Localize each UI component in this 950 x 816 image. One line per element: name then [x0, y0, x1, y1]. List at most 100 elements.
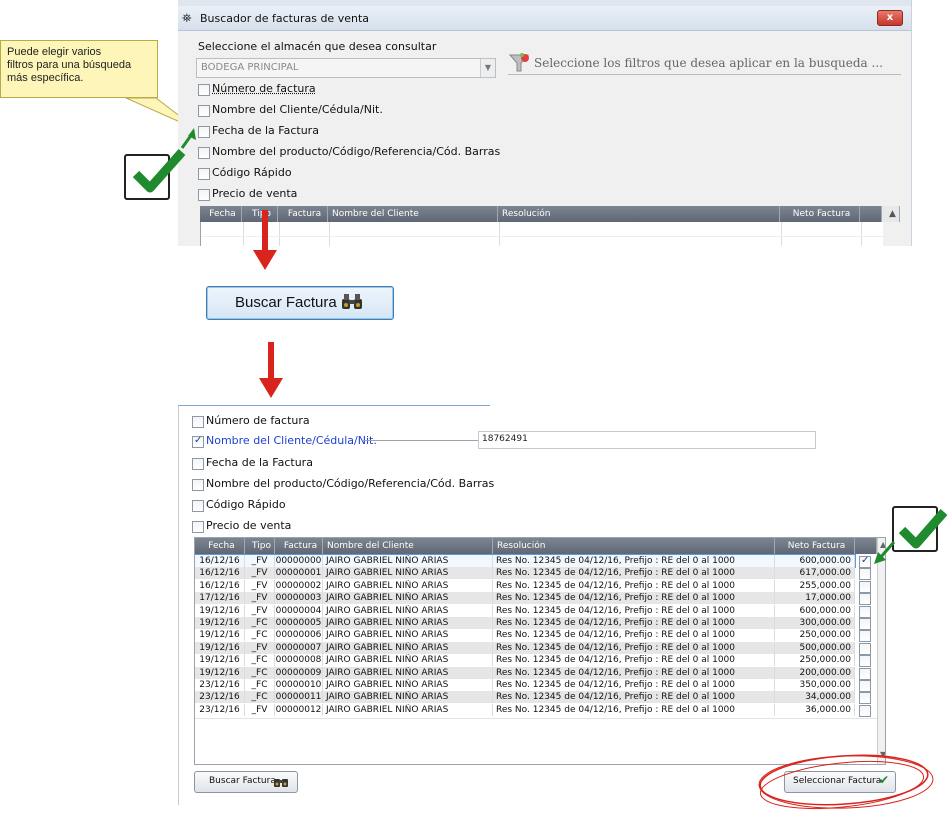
row-checkbox[interactable]: [859, 593, 871, 606]
panel-left-border: [178, 405, 179, 805]
invoice-search-window: ⛯ Buscador de facturas de venta x Selecc…: [178, 0, 912, 246]
column-header[interactable]: Neto Factura: [775, 538, 855, 554]
row-checkbox[interactable]: [859, 630, 871, 643]
column-header[interactable]: Fecha: [200, 206, 242, 222]
row-net-amount: 250,000.00: [775, 629, 855, 642]
search-invoice-button[interactable]: Buscar Factura: [206, 286, 394, 320]
table-row[interactable]: 23/12/16 _FV 00000012 JAIRO GABRIEL NIÑO AR…: [195, 703, 871, 717]
table-row[interactable]: 19/12/16 _FC 00000008 JAIRO GABRIEL NIÑO AR…: [195, 654, 871, 668]
row-type: _FC: [245, 691, 275, 704]
column-header[interactable]: Factura: [278, 206, 328, 222]
warehouse-value: BODEGA PRINCIPAL: [201, 62, 299, 73]
filter-label: Fecha de la Factura: [212, 124, 319, 137]
filter-checkbox[interactable]: [198, 105, 210, 117]
row-checkbox[interactable]: [859, 605, 871, 618]
row-resolution: Res No. 12345 de 04/12/16, Prefijo : RE …: [493, 666, 775, 679]
table-row[interactable]: 19/12/16 _FV 00000004 JAIRO GABRIEL NIÑO AR…: [195, 604, 871, 618]
warehouse-prompt: Seleccione el almacén que desea consulta…: [198, 40, 437, 53]
filter-checkbox[interactable]: [192, 479, 204, 491]
row-invoice-number: 00000000: [275, 555, 323, 567]
down-arrow-icon: [259, 342, 283, 398]
filter-label: Fecha de la Factura: [206, 456, 313, 469]
table-row[interactable]: 17/12/16 _FV 00000003 JAIRO GABRIEL NIÑO AR…: [195, 592, 871, 606]
row-invoice-number: 00000008: [275, 654, 323, 667]
row-invoice-number: 00000003: [275, 592, 323, 605]
column-header[interactable]: Nombre del Cliente: [323, 538, 493, 554]
row-invoice-number: 00000002: [275, 579, 323, 592]
binoculars-icon: [274, 779, 288, 787]
table-row[interactable]: 19/12/16 _FC 00000006 JAIRO GABRIEL NIÑO AR…: [195, 629, 871, 643]
title-bar: ⛯ Buscador de facturas de venta x: [178, 6, 911, 31]
table-row[interactable]: 19/12/16 _FV 00000007 JAIRO GABRIEL NIÑO AR…: [195, 641, 871, 655]
filter-checkbox[interactable]: [198, 189, 210, 201]
filter-checkbox[interactable]: [192, 500, 204, 512]
filter-checkbox[interactable]: [192, 416, 204, 428]
row-checkbox[interactable]: [859, 680, 871, 692]
filter-checkbox[interactable]: [198, 84, 210, 96]
row-date: 17/12/16: [195, 592, 245, 605]
row-checkbox[interactable]: [859, 655, 871, 668]
row-checkbox[interactable]: [859, 667, 871, 680]
column-header[interactable]: Neto Factura: [780, 206, 860, 222]
row-resolution: Res No. 12345 de 04/12/16, Prefijo : RE …: [493, 567, 775, 580]
filter-checkbox-checked[interactable]: [192, 435, 204, 448]
row-type: _FC: [245, 679, 275, 691]
table-row[interactable]: 23/12/16 _FC 00000010 JAIRO GABRIEL NIÑO AR…: [195, 679, 871, 692]
row-checkbox[interactable]: [859, 642, 871, 655]
scroll-up-icon[interactable]: ▲: [882, 206, 900, 222]
row-client-name: JAIRO GABRIEL NIÑO ARIAS: [323, 629, 493, 642]
table-row[interactable]: 19/12/16 _FC 00000009 JAIRO GABRIEL NIÑO AR…: [195, 666, 871, 680]
row-resolution: Res No. 12345 de 04/12/16, Prefijo : RE …: [493, 555, 775, 567]
row-net-amount: 34,000.00: [775, 691, 855, 704]
filter-hint: Seleccione los filtros que desea aplicar…: [508, 52, 901, 75]
column-header-blank: [860, 206, 882, 222]
column-header[interactable]: Resolución: [493, 538, 775, 554]
grid-body-empty: [200, 222, 883, 246]
row-checkbox[interactable]: [859, 704, 871, 717]
filter-label: Nombre del Cliente/Cédula/Nit.: [206, 434, 377, 447]
vertical-scrollbar[interactable]: ▲ ▼: [877, 538, 885, 764]
row-checkbox-checked[interactable]: [859, 555, 871, 568]
row-checkbox[interactable]: [859, 568, 871, 581]
grid-header: Fecha Tipo Factura Nombre del Cliente Re…: [200, 206, 900, 222]
row-invoice-number: 00000006: [275, 629, 323, 642]
bottom-search-button[interactable]: Buscar Factura: [194, 771, 298, 793]
row-client-name: JAIRO GABRIEL NIÑO ARIAS: [323, 666, 493, 679]
table-row[interactable]: 16/12/16 _FV 00000000 JAIRO GABRIEL NIÑO AR…: [195, 554, 871, 568]
filter-checkbox[interactable]: [198, 147, 210, 159]
column-header[interactable]: Tipo: [245, 538, 275, 554]
row-date: 16/12/16: [195, 567, 245, 580]
row-checkbox[interactable]: [859, 692, 871, 705]
row-invoice-number: 00000010: [275, 679, 323, 691]
chevron-down-icon[interactable]: ▼: [480, 59, 495, 77]
filter-checkbox[interactable]: [192, 521, 204, 533]
row-net-amount: 17,000.00: [775, 592, 855, 605]
row-client-name: JAIRO GABRIEL NIÑO ARIAS: [323, 617, 493, 629]
row-client-name: JAIRO GABRIEL NIÑO ARIAS: [323, 691, 493, 704]
row-checkbox[interactable]: [859, 580, 871, 593]
row-net-amount: 600,000.00: [775, 604, 855, 617]
column-header[interactable]: Nombre del Cliente: [328, 206, 498, 222]
green-pointer-arrow: [874, 541, 896, 564]
close-button[interactable]: x: [877, 10, 903, 26]
row-type: _FC: [245, 654, 275, 667]
table-row[interactable]: 19/12/16 _FC 00000005 JAIRO GABRIEL NIÑO AR…: [195, 617, 871, 630]
column-header[interactable]: Resolución: [498, 206, 780, 222]
table-row[interactable]: 23/12/16 _FC 00000011 JAIRO GABRIEL NIÑO AR…: [195, 691, 871, 705]
warehouse-select[interactable]: BODEGA PRINCIPAL ▼: [196, 58, 496, 78]
row-date: 23/12/16: [195, 691, 245, 704]
filter-checkbox[interactable]: [192, 458, 204, 470]
row-checkbox[interactable]: [859, 618, 871, 630]
filter-checkbox[interactable]: [198, 168, 210, 180]
row-resolution: Res No. 12345 de 04/12/16, Prefijo : RE …: [493, 617, 775, 629]
column-header[interactable]: Fecha: [195, 538, 245, 554]
table-row[interactable]: 16/12/16 _FV 00000001 JAIRO GABRIEL NIÑO AR…: [195, 567, 871, 581]
column-header[interactable]: Factura: [275, 538, 323, 554]
filter-label: Nombre del Cliente/Cédula/Nit.: [212, 103, 383, 116]
row-client-name: JAIRO GABRIEL NIÑO ARIAS: [323, 579, 493, 592]
row-date: 19/12/16: [195, 666, 245, 679]
tip-callout: Puede elegir varios filtros para una bús…: [0, 40, 158, 98]
table-row[interactable]: 16/12/16 _FV 00000002 JAIRO GABRIEL NIÑO AR…: [195, 579, 871, 593]
client-filter-input[interactable]: 18762491: [478, 431, 816, 449]
filter-checkbox[interactable]: [198, 126, 210, 138]
